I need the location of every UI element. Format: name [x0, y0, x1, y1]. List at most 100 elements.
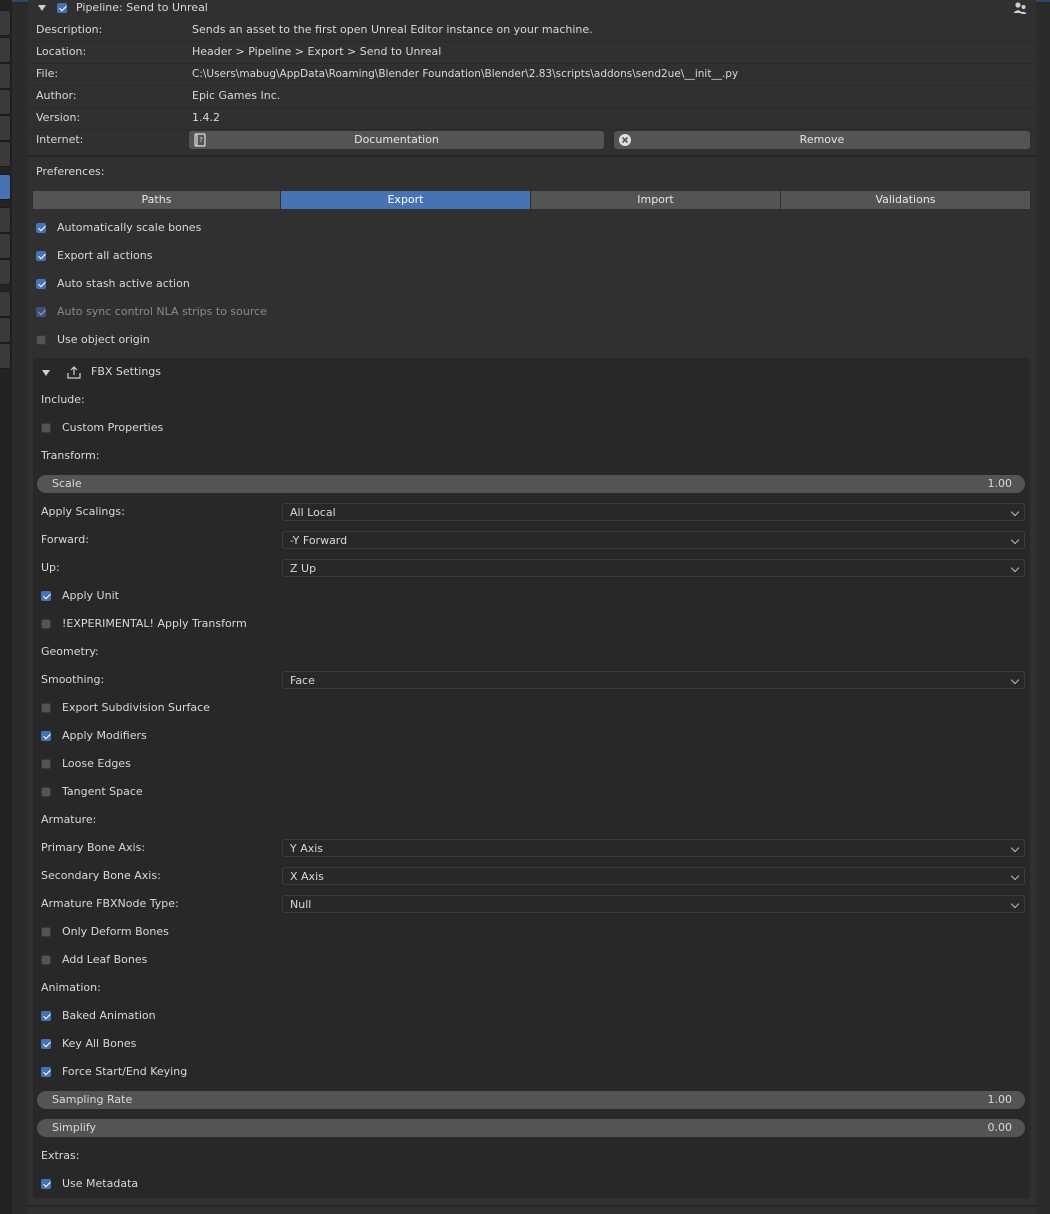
sidebar-tab[interactable] [0, 141, 11, 167]
author-value: Epic Games Inc. [192, 89, 281, 102]
sidebar-tab[interactable] [0, 89, 11, 115]
primary-bone-dropdown[interactable]: Y Axis [282, 839, 1025, 857]
checkbox[interactable] [36, 223, 46, 233]
armature-node-row: Armature FBXNode Type: Null [33, 893, 1030, 915]
force-keying-option[interactable]: Force Start/End Keying [33, 1061, 1030, 1083]
version-label: Version: [36, 111, 81, 124]
preferences-window: Pipeline: Send to Unreal Description: Se… [0, 0, 1050, 1214]
section-label: Include: [41, 393, 85, 406]
fbx-settings-panel: FBX Settings Include: Custom Properties … [33, 358, 1030, 1198]
baked-animation-option[interactable]: Baked Animation [33, 1005, 1030, 1027]
slider-label: Scale [52, 477, 82, 490]
option-sync-nla: Auto sync control NLA strips to source [28, 301, 1036, 323]
sidebar-tab[interactable] [0, 291, 11, 317]
sampling-rate-slider[interactable]: Sampling Rate 1.00 [37, 1091, 1025, 1109]
location-value: Header > Pipeline > Export > Send to Unr… [192, 45, 442, 58]
collapse-icon[interactable] [42, 370, 50, 376]
tab-validations[interactable]: Validations [781, 191, 1030, 209]
apply-transform-option[interactable]: !EXPERIMENTAL! Apply Transform [33, 613, 1030, 635]
custom-properties-option[interactable]: Custom Properties [33, 417, 1030, 439]
version-row: Version: 1.4.2 [28, 107, 1036, 129]
tab-import[interactable]: Import [531, 191, 780, 209]
export-subdivision-option[interactable]: Export Subdivision Surface [33, 697, 1030, 719]
checkbox[interactable] [41, 591, 51, 601]
field-label: Armature FBXNode Type: [41, 897, 179, 910]
option-label: Custom Properties [62, 421, 164, 434]
secondary-bone-dropdown[interactable]: X Axis [282, 867, 1025, 885]
checkbox[interactable] [36, 279, 46, 289]
dropdown-value: Y Axis [290, 842, 324, 855]
option-stash-action[interactable]: Auto stash active action [28, 273, 1036, 295]
sidebar-tab[interactable] [0, 10, 11, 36]
key-all-bones-option[interactable]: Key All Bones [33, 1033, 1030, 1055]
armature-node-dropdown[interactable]: Null [282, 895, 1025, 913]
addon-header[interactable]: Pipeline: Send to Unreal [28, 0, 1036, 16]
secondary-bone-row: Secondary Bone Axis: X Axis [33, 865, 1030, 887]
chevron-down-icon [1010, 507, 1020, 517]
apply-unit-option[interactable]: Apply Unit [33, 585, 1030, 607]
sidebar-tab[interactable] [0, 37, 11, 63]
apply-modifiers-option[interactable]: Apply Modifiers [33, 725, 1030, 747]
checkbox[interactable] [41, 787, 51, 797]
addon-title: Pipeline: Send to Unreal [76, 1, 208, 14]
user-icon [1013, 2, 1027, 14]
tangent-space-option[interactable]: Tangent Space [33, 781, 1030, 803]
fbx-settings-header[interactable]: FBX Settings [33, 361, 1030, 383]
add-leaf-option[interactable]: Add Leaf Bones [33, 949, 1030, 971]
remove-label: Remove [799, 133, 845, 146]
sidebar-tab[interactable] [0, 233, 11, 259]
forward-row: Forward: -Y Forward [33, 529, 1030, 551]
checkbox[interactable] [41, 1011, 51, 1021]
checkbox[interactable] [41, 423, 51, 433]
scale-slider[interactable]: Scale 1.00 [37, 475, 1025, 493]
collapse-icon[interactable] [38, 5, 46, 11]
smoothing-dropdown[interactable]: Face [282, 671, 1025, 689]
option-object-origin[interactable]: Use object origin [28, 329, 1036, 351]
chevron-down-icon [1010, 535, 1020, 545]
checkbox[interactable] [41, 955, 51, 965]
dropdown-value: Face [290, 674, 315, 687]
description-row: Description: Sends an asset to the first… [28, 19, 1036, 41]
slider-value: 1.00 [987, 1093, 1013, 1106]
file-label: File: [36, 67, 59, 80]
option-scale-bones[interactable]: Automatically scale bones [28, 217, 1036, 239]
sidebar-tab[interactable] [0, 207, 11, 233]
checkbox[interactable] [41, 759, 51, 769]
apply-scalings-dropdown[interactable]: All Local [282, 503, 1025, 521]
chevron-down-icon [1010, 871, 1020, 881]
description-value: Sends an asset to the first open Unreal … [192, 23, 593, 36]
checkbox[interactable] [41, 1179, 51, 1189]
sidebar-tab[interactable] [0, 63, 11, 89]
tab-export[interactable]: Export [281, 191, 530, 209]
addon-enabled-checkbox[interactable] [57, 3, 67, 13]
simplify-slider[interactable]: Simplify 0.00 [37, 1119, 1025, 1137]
option-export-actions[interactable]: Export all actions [28, 245, 1036, 267]
use-metadata-option[interactable]: Use Metadata [33, 1173, 1030, 1195]
sidebar-tab[interactable] [0, 343, 11, 369]
field-label: Secondary Bone Axis: [41, 869, 161, 882]
up-dropdown[interactable]: Z Up [282, 559, 1025, 577]
checkbox[interactable] [41, 619, 51, 629]
option-label: Tangent Space [62, 785, 143, 798]
documentation-button[interactable]: ? Documentation [189, 131, 604, 149]
checkbox[interactable] [41, 927, 51, 937]
sidebar-tab[interactable] [0, 115, 11, 141]
sidebar-tab[interactable] [0, 259, 11, 285]
option-label: Use Metadata [62, 1177, 139, 1190]
checkbox[interactable] [36, 335, 46, 345]
tab-paths[interactable]: Paths [33, 191, 280, 209]
fbx-settings-title: FBX Settings [91, 365, 162, 378]
section-label: Geometry: [41, 645, 99, 658]
checkbox[interactable] [41, 1067, 51, 1077]
sidebar-tab[interactable] [0, 317, 11, 343]
checkbox[interactable] [41, 703, 51, 713]
loose-edges-option[interactable]: Loose Edges [33, 753, 1030, 775]
only-deform-option[interactable]: Only Deform Bones [33, 921, 1030, 943]
sidebar-tab-active[interactable] [0, 174, 11, 200]
checkbox[interactable] [41, 1039, 51, 1049]
remove-button[interactable]: Remove [614, 131, 1030, 149]
checkbox[interactable] [41, 731, 51, 741]
forward-dropdown[interactable]: -Y Forward [282, 531, 1025, 549]
checkbox[interactable] [36, 251, 46, 261]
chevron-down-icon [1010, 675, 1020, 685]
